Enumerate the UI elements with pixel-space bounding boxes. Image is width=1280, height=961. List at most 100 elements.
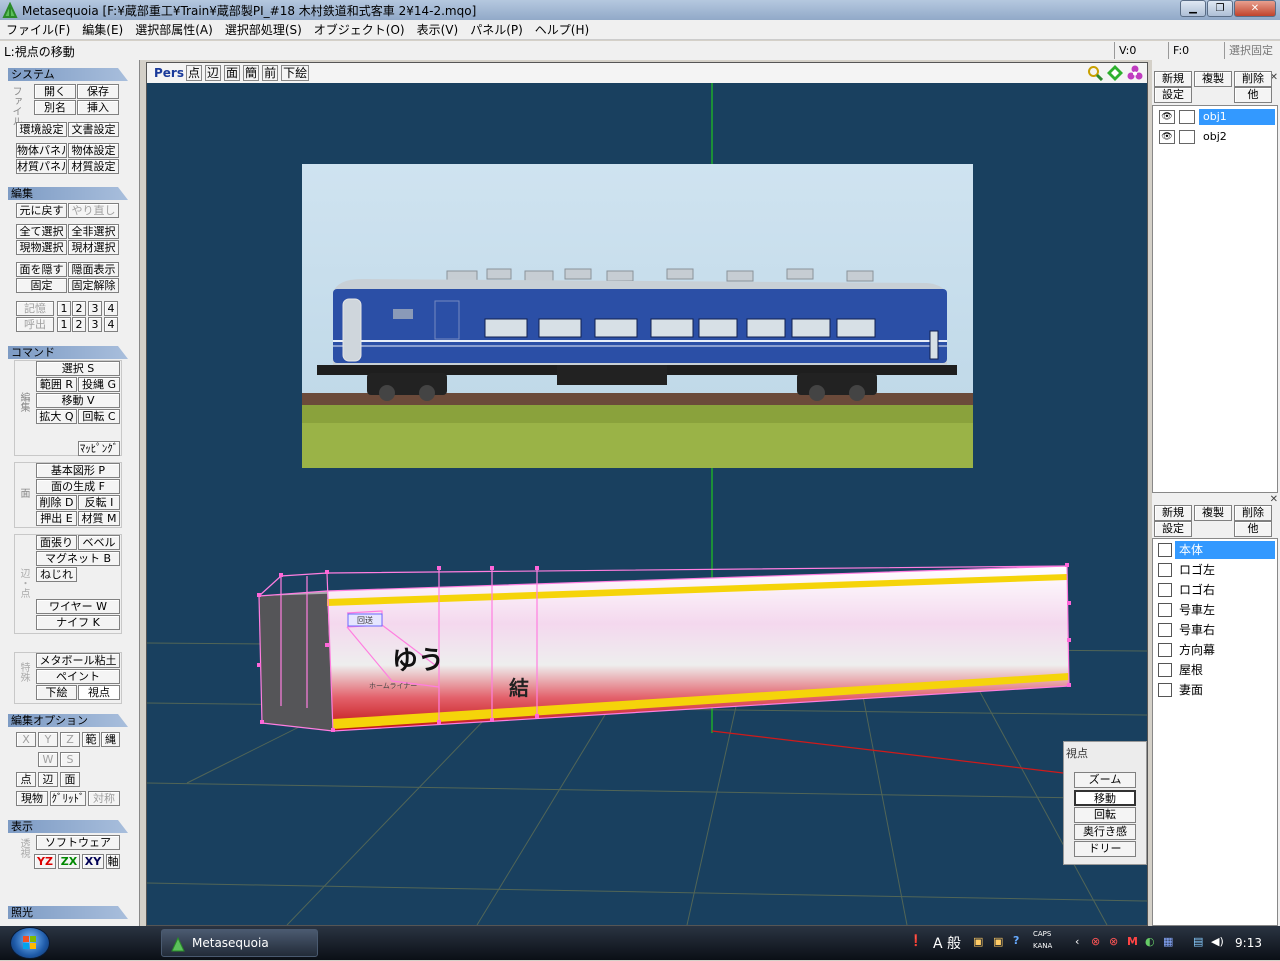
material-checkbox[interactable] xyxy=(1158,543,1172,557)
material-name[interactable]: 号車右 xyxy=(1175,621,1275,639)
axis-z-toggle[interactable]: Z xyxy=(60,732,80,747)
close-button[interactable]: ✕ xyxy=(1234,0,1276,17)
zoom-mode-button[interactable]: ズーム xyxy=(1074,772,1136,788)
scale-tool-button[interactable]: 拡大 Q xyxy=(36,409,77,424)
material-checkbox[interactable] xyxy=(1158,623,1172,637)
current-object-toggle[interactable]: 現物 xyxy=(16,791,48,806)
material-row[interactable]: 屋根 xyxy=(1155,661,1277,680)
viewpoint-button[interactable]: 視点 xyxy=(78,685,120,700)
memory-button[interactable]: 記憶 xyxy=(16,301,54,316)
hide-faces-button[interactable]: 面を隠す xyxy=(16,262,67,277)
material-checkbox[interactable] xyxy=(1158,643,1172,657)
alert-icon[interactable]: ❗ xyxy=(909,934,923,947)
restore-button[interactable]: ❐ xyxy=(1207,0,1233,17)
object-settings-button[interactable]: 設定 xyxy=(1154,87,1192,103)
material-row[interactable]: 方向幕 xyxy=(1155,641,1277,660)
taskbar-app-metasequoia[interactable]: Metasequoia xyxy=(161,929,318,957)
minimize-button[interactable]: ▁ xyxy=(1180,0,1206,17)
material-panel-button[interactable]: 材質パネル xyxy=(16,159,67,174)
bevel-button[interactable]: ベベル xyxy=(78,535,120,550)
material-name[interactable]: 妻面 xyxy=(1175,681,1275,699)
section-edit-option[interactable]: 編集オプション xyxy=(8,714,128,727)
delete-material-button[interactable]: 削除 xyxy=(1234,505,1272,521)
material-checkbox[interactable] xyxy=(1158,663,1172,677)
material-row[interactable]: ロゴ左 xyxy=(1155,561,1277,580)
env-settings-button[interactable]: 環境設定 xyxy=(16,122,67,137)
object-row[interactable]: 👁 obj2 xyxy=(1155,128,1277,146)
show-hidden-button[interactable]: 隠面表示 xyxy=(68,262,119,277)
browser-icon[interactable]: ◐ xyxy=(1145,935,1155,948)
recall-slot-4[interactable]: 4 xyxy=(104,317,118,332)
paint-button[interactable]: ペイント xyxy=(36,669,120,684)
perspective-mode-label[interactable]: Pers xyxy=(154,66,184,80)
material-settings-button[interactable]: 設定 xyxy=(1154,521,1192,537)
material-checkbox[interactable] xyxy=(1158,683,1172,697)
undo-button[interactable]: 元に戻す xyxy=(16,203,67,218)
memory-slot-2[interactable]: 2 xyxy=(72,301,86,316)
material-row[interactable]: 本体 xyxy=(1155,541,1277,560)
face-gen-tool-button[interactable]: 面の生成 F xyxy=(36,479,120,494)
flip-tool-button[interactable]: 反転 I xyxy=(78,495,120,510)
ime-toolbar-icon[interactable]: ▣ xyxy=(973,935,983,948)
grid-toggle[interactable]: ｸﾞﾘｯﾄﾞ xyxy=(50,791,86,806)
network-icon[interactable]: ▤ xyxy=(1193,935,1203,948)
xy-view-button[interactable]: XY xyxy=(82,854,104,869)
material-name[interactable]: 屋根 xyxy=(1175,661,1275,679)
open-button[interactable]: 開く xyxy=(34,84,76,99)
section-command[interactable]: コマンド xyxy=(8,346,128,359)
clock[interactable]: 9:13 xyxy=(1235,936,1262,950)
memory-slot-3[interactable]: 3 xyxy=(88,301,102,316)
mapping-tool-button[interactable]: ﾏｯﾋﾟﾝｸﾞ xyxy=(78,441,120,456)
start-button[interactable] xyxy=(10,927,50,959)
memory-slot-1[interactable]: 1 xyxy=(57,301,71,316)
zoom-icon[interactable] xyxy=(1087,65,1103,81)
range-tool-button[interactable]: 範囲 R xyxy=(36,377,77,392)
section-edit[interactable]: 編集 xyxy=(8,187,128,200)
save-as-button[interactable]: 別名 xyxy=(34,100,76,115)
primitive-tool-button[interactable]: 基本図形 P xyxy=(36,463,120,478)
selection-lock[interactable]: 選択固定 xyxy=(1224,42,1280,59)
section-display[interactable]: 表示 xyxy=(8,820,128,833)
material-name[interactable]: 号車左 xyxy=(1175,601,1275,619)
show-edges-toggle[interactable]: 辺 xyxy=(205,65,222,81)
depth-mode-button[interactable]: 奥行き感 xyxy=(1074,824,1136,840)
tray-expand-icon[interactable]: ‹ xyxy=(1075,935,1079,948)
doc-settings-button[interactable]: 文書設定 xyxy=(68,122,119,137)
menu-panel[interactable]: パネル(P) xyxy=(464,21,529,38)
rotate-tool-button[interactable]: 回転 C xyxy=(78,409,120,424)
unfix-button[interactable]: 固定解除 xyxy=(68,278,119,293)
rotate-mode-button[interactable]: 回転 xyxy=(1074,807,1136,823)
material-checkbox[interactable] xyxy=(1158,603,1172,617)
zx-view-button[interactable]: ZX xyxy=(58,854,80,869)
visibility-eye-icon[interactable]: 👁 xyxy=(1159,110,1175,124)
point-mode-toggle[interactable]: 点 xyxy=(16,772,36,787)
simple-mode-toggle[interactable]: 簡 xyxy=(243,65,260,81)
object-row[interactable]: 👁 obj1 xyxy=(1155,108,1277,126)
visibility-eye-icon[interactable]: 👁 xyxy=(1159,130,1175,144)
object-name[interactable]: obj2 xyxy=(1199,129,1275,145)
material-checkbox[interactable] xyxy=(1158,583,1172,597)
dolly-mode-button[interactable]: ドリー xyxy=(1074,841,1136,857)
show-points-toggle[interactable]: 点 xyxy=(186,65,203,81)
range-toggle[interactable]: 範 xyxy=(82,732,100,747)
w-toggle[interactable]: W xyxy=(38,752,58,767)
section-lighting[interactable]: 照光 xyxy=(8,906,128,919)
redo-button[interactable]: やり直し xyxy=(68,203,119,218)
axis-x-toggle[interactable]: X xyxy=(16,732,36,747)
material-name[interactable]: 本体 xyxy=(1175,541,1275,559)
material-name[interactable]: ロゴ右 xyxy=(1175,581,1275,599)
material-name[interactable]: ロゴ左 xyxy=(1175,561,1275,579)
recall-slot-2[interactable]: 2 xyxy=(72,317,86,332)
menu-edit[interactable]: 編集(E) xyxy=(76,21,129,38)
yz-view-button[interactable]: YZ xyxy=(34,854,56,869)
menu-select-process[interactable]: 選択部処理(S) xyxy=(219,21,308,38)
object-other-button[interactable]: 他 xyxy=(1234,87,1272,103)
ime-tools-icon[interactable]: ▣ xyxy=(993,935,1003,948)
menu-file[interactable]: ファイル(F) xyxy=(0,21,76,38)
underlay-button[interactable]: 下絵 xyxy=(36,685,77,700)
section-system[interactable]: システム xyxy=(8,68,128,81)
knife-button[interactable]: ナイフ K xyxy=(36,615,120,630)
lasso-tool-button[interactable]: 投縄 G xyxy=(78,377,120,392)
menu-view[interactable]: 表示(V) xyxy=(411,21,465,38)
face-mode-toggle[interactable]: 面 xyxy=(60,772,80,787)
